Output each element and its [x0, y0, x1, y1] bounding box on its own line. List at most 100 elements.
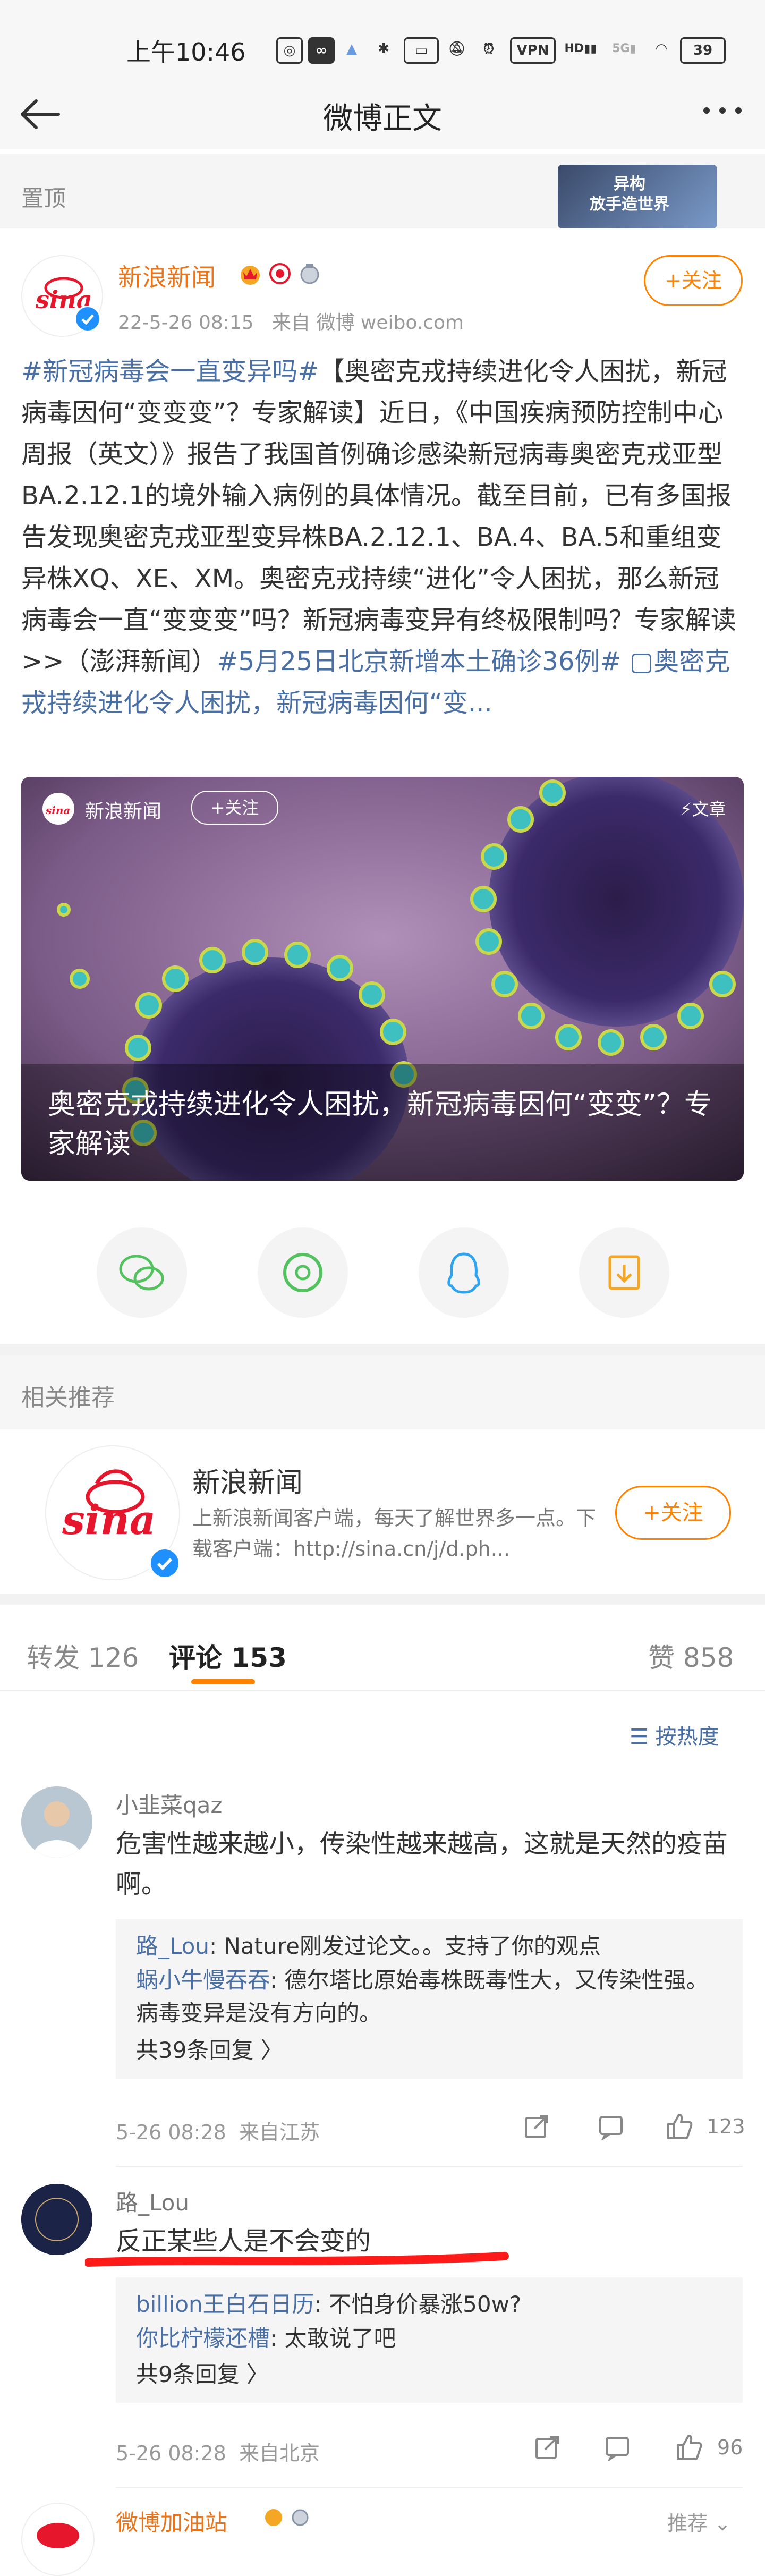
tab-comments[interactable]: 评论 153 — [169, 1637, 287, 1675]
share-wechat-button[interactable] — [97, 1227, 187, 1318]
pinned-ad-banner[interactable]: 异构 放手造世界 — [558, 165, 717, 228]
svg-text:sina: sina — [62, 1496, 156, 1544]
reply-item: 蜗小牛慢吞吞: 德尔塔比原始毒株既毒性大，又传染性强。病毒变异是没有方向的。 — [136, 1967, 709, 2026]
moments-icon — [283, 1253, 322, 1292]
app-notification-icon: ◎ — [276, 37, 303, 64]
article-card[interactable]: sina 新浪新闻 +关注 ⚡文章 奥密克戎持续进化令人困扰，新冠病毒因何“变变… — [21, 777, 744, 1181]
divider — [116, 2166, 743, 2167]
more-replies-link[interactable]: 共39条回复 〉 — [136, 2034, 283, 2067]
tab-likes[interactable]: 赞 858 — [648, 1637, 734, 1675]
share-qq-button[interactable] — [419, 1227, 509, 1318]
divider — [0, 1690, 765, 1691]
feather-icon: ▲ — [346, 41, 357, 57]
wechat-icon — [119, 1255, 164, 1291]
more-options-icon[interactable] — [696, 100, 749, 121]
reply-username[interactable]: billion王白石日历 — [136, 2291, 314, 2317]
pinned-label: 置顶 — [21, 185, 66, 211]
hd-signal-icon: HD▮▮ — [564, 42, 597, 55]
comment-text: 危害性越来越小，传染性越来越高，这就是天然的疫苗啊。 — [116, 1829, 728, 1899]
reply-item: 路_Lou: Nature刚发过论文。。支持了你的观点 — [136, 1933, 601, 1959]
follow-button[interactable]: +关注 — [644, 255, 743, 306]
like-icon[interactable] — [664, 2112, 694, 2141]
related-header: 相关推荐 — [0, 1355, 765, 1429]
user-photo — [21, 1786, 92, 1858]
verified-badge-icon — [149, 1547, 181, 1579]
post-source: 来自 微博 weibo.com — [272, 312, 464, 334]
post-meta: 22-5-26 08:15 来自 微博 weibo.com — [118, 307, 464, 335]
red-underline-annotation — [85, 2249, 510, 2268]
section-divider — [0, 1344, 765, 1355]
comment-avatar[interactable] — [21, 2184, 92, 2255]
comment-avatar[interactable] — [21, 2503, 95, 2576]
more-replies-link[interactable]: 共9条回复 〉 — [136, 2358, 269, 2391]
share-moments-button[interactable] — [258, 1227, 348, 1318]
vpn-badge: VPN — [510, 37, 556, 64]
like-icon[interactable] — [674, 2433, 703, 2462]
verified-badge-icon — [74, 306, 101, 332]
sort-by-heat-button[interactable]: ☰ 按热度 — [630, 1719, 719, 1750]
reply-username[interactable]: 你比柠檬还槽 — [136, 2325, 270, 2351]
hashtag-beijing[interactable]: #5月25日北京新增本土确诊36例# — [217, 647, 621, 676]
battery-level: 39 — [680, 37, 726, 64]
status-icons: ◎ ∞ ▲ ✱ ▭ 🔕︎ ⏰︎ VPN HD▮▮ 5G▮ ◠ 39 — [276, 37, 726, 64]
related-label: 相关推荐 — [21, 1384, 115, 1411]
reply-preview-box[interactable]: billion王白石日历: 不怕身价暴涨50w? 你比柠檬还槽: 太敢说了吧 共… — [116, 2277, 743, 2403]
comment-username[interactable]: 微博加油站 — [116, 2505, 227, 2537]
bluetooth-icon: ✱ — [378, 41, 389, 57]
signal-5g-icon: 5G▮ — [612, 42, 636, 55]
article-caption: 奥密克戎持续进化令人困扰，新冠病毒因何“变变”？专家解读 — [48, 1089, 712, 1160]
reply-item: 你比柠檬还槽: 太敢说了吧 — [136, 2325, 396, 2351]
crown-badge-icon — [238, 261, 262, 286]
share-save-image-button[interactable] — [579, 1227, 669, 1318]
pinned-bar: 置顶 异构 放手造世界 — [0, 154, 765, 228]
interaction-tabs: 转发 126 评论 153 赞 858 — [0, 1605, 765, 1690]
weibo-logo — [37, 2523, 79, 2548]
related-description: 上新浪新闻客户端，每天了解世界多一点。下载客户端：http://sina.cn/… — [192, 1506, 597, 1561]
page-title: 微博正文 — [323, 101, 442, 136]
qq-icon — [447, 1252, 480, 1294]
mute-icon: 🔕︎ — [448, 41, 466, 57]
hashtag-variant[interactable]: #新冠病毒会一直变异吗# — [21, 357, 319, 386]
repost-comment-icon[interactable] — [533, 2434, 561, 2461]
article-badge: ⚡文章 — [680, 799, 726, 819]
reply-username[interactable]: 路_Lou — [136, 1933, 209, 1959]
ad-text: 异构 放手造世界 — [590, 175, 669, 214]
svg-text:sina: sina — [45, 804, 70, 817]
media-follow-button[interactable]: +关注 — [191, 791, 278, 825]
post-author-name[interactable]: 新浪新闻 — [118, 258, 216, 293]
status-time: 上午10:46 — [126, 38, 246, 66]
media-source-name: 新浪新闻 — [85, 801, 162, 823]
crown-badge-icon — [263, 2506, 284, 2527]
related-name[interactable]: 新浪新闻 — [192, 1460, 303, 1500]
media-source-avatar: sina — [42, 793, 74, 825]
comment-username[interactable]: 路_Lou — [116, 2185, 189, 2217]
tab-active-indicator — [191, 1679, 255, 1684]
comment-meta: 5-26 08:28 来自北京 — [116, 2442, 320, 2465]
medal-badge-icon — [290, 2506, 311, 2527]
like-count: 96 — [717, 2436, 743, 2459]
battery-saver-icon: ▭ — [404, 37, 439, 64]
reply-comment-icon[interactable] — [604, 2434, 631, 2461]
reply-username[interactable]: 蜗小牛慢吞吞 — [136, 1967, 270, 1993]
reply-comment-icon[interactable] — [597, 2113, 625, 2140]
divider — [116, 2487, 743, 2488]
post-main-text: 【奥密克戎持续进化令人困扰，新冠病毒因何“变变变”？专家解读】近日，《中国疾病预… — [21, 357, 736, 676]
wifi-icon: ◠ — [656, 41, 667, 57]
reply-item: billion王白石日历: 不怕身价暴涨50w? — [136, 2291, 522, 2317]
comment-avatar[interactable] — [21, 1786, 92, 1858]
sort-label: 按热度 — [655, 1725, 719, 1749]
post-date: 22-5-26 08:15 — [118, 312, 254, 334]
tab-reposts[interactable]: 转发 126 — [27, 1637, 139, 1675]
alarm-icon: ⏰︎ — [483, 41, 495, 57]
post-body: #新冠病毒会一直变异吗#【奥密克戎持续进化令人困扰，新冠病毒因何“变变变”？专家… — [21, 351, 744, 724]
like-count: 123 — [707, 2115, 745, 2138]
save-image-icon — [608, 1255, 640, 1290]
top-nav-bar: 微博正文 — [0, 80, 765, 149]
user-avatar-image — [21, 2184, 92, 2255]
comment-username[interactable]: 小韭菜qaz — [116, 1787, 222, 1820]
related-follow-button[interactable]: +关注 — [615, 1486, 731, 1540]
reply-preview-box[interactable]: 路_Lou: Nature刚发过论文。。支持了你的观点 蜗小牛慢吞吞: 德尔塔比… — [116, 1919, 743, 2079]
game-notification-icon: ∞ — [308, 37, 335, 64]
recommend-label[interactable]: 推荐 ⌄ — [667, 2507, 731, 2536]
repost-comment-icon[interactable] — [523, 2113, 550, 2140]
